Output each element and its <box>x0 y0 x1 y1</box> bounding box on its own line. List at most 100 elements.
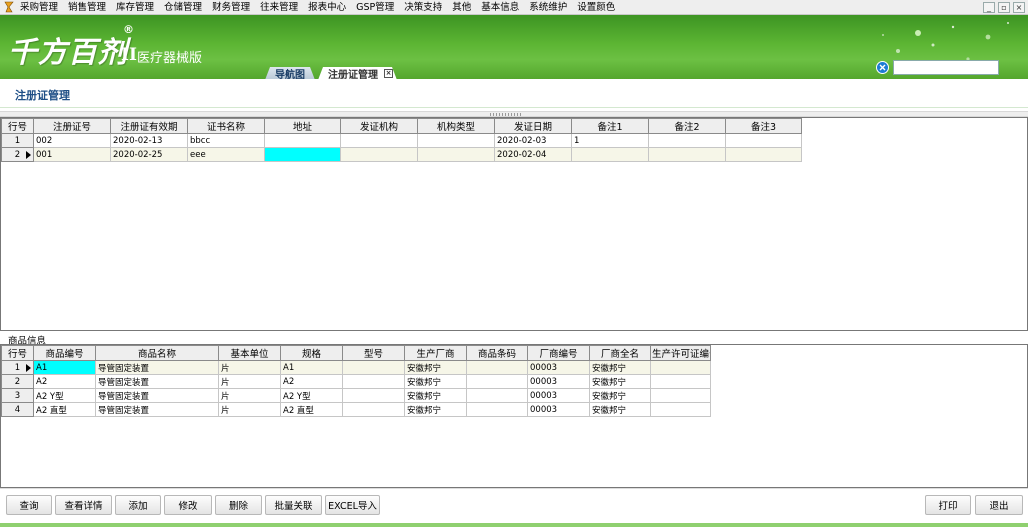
table-cell[interactable]: A1 <box>280 360 343 375</box>
table-row[interactable]: 2 A2 导管固定装置 片 A2 安徽邦宁 00003 安徽邦宁 <box>1 374 711 389</box>
column-header[interactable]: 商品名称 <box>95 345 219 361</box>
table-cell[interactable]: 安徽邦宁 <box>589 360 651 375</box>
close-tab-icon[interactable]: × <box>384 69 393 78</box>
table-cell-focused[interactable]: A1 <box>33 360 96 375</box>
menu-warehouse[interactable]: 仓储管理 <box>164 1 202 14</box>
table-cell[interactable]: 2020-02-03 <box>494 133 572 148</box>
table-cell[interactable]: 002 <box>33 133 111 148</box>
menu-other[interactable]: 其他 <box>452 1 471 14</box>
menu-color[interactable]: 设置颜色 <box>577 1 615 14</box>
table-cell[interactable] <box>417 147 495 162</box>
table-cell[interactable]: 2020-02-25 <box>110 147 188 162</box>
table-cell[interactable] <box>417 133 495 148</box>
table-cell[interactable]: 00003 <box>527 360 590 375</box>
menu-reports[interactable]: 报表中心 <box>308 1 346 14</box>
table-cell[interactable]: 安徽邦宁 <box>404 388 467 403</box>
table-cell[interactable] <box>650 374 711 389</box>
table-cell[interactable]: 片 <box>218 388 281 403</box>
menu-decision[interactable]: 决策支持 <box>404 1 442 14</box>
column-header[interactable]: 行号 <box>1 345 34 361</box>
column-header[interactable]: 厂商全名 <box>589 345 651 361</box>
menu-system[interactable]: 系统维护 <box>529 1 567 14</box>
column-header[interactable]: 规格 <box>280 345 343 361</box>
table-cell[interactable]: 片 <box>218 374 281 389</box>
column-header[interactable]: 商品条码 <box>466 345 528 361</box>
column-header[interactable]: 注册证号 <box>33 118 111 134</box>
table-cell[interactable] <box>648 147 726 162</box>
table-cell[interactable]: 片 <box>218 360 281 375</box>
table-cell[interactable] <box>466 374 528 389</box>
table-cell[interactable]: 导管固定装置 <box>95 374 219 389</box>
clear-search-icon[interactable] <box>876 61 889 74</box>
table-cell[interactable] <box>725 147 802 162</box>
column-header[interactable]: 机构类型 <box>417 118 495 134</box>
menu-accounts[interactable]: 往来管理 <box>260 1 298 14</box>
table-cell[interactable]: A2 直型 <box>33 402 96 417</box>
table-cell[interactable] <box>264 133 341 148</box>
table-cell[interactable]: 导管固定装置 <box>95 402 219 417</box>
table-row[interactable]: 1 002 2020-02-13 bbcc 2020-02-03 1 <box>1 133 802 148</box>
table-cell[interactable] <box>466 360 528 375</box>
table-cell[interactable] <box>342 402 405 417</box>
table-cell[interactable]: A2 Y型 <box>33 388 96 403</box>
column-header[interactable]: 备注3 <box>725 118 802 134</box>
table-cell[interactable]: 安徽邦宁 <box>404 402 467 417</box>
minimize-icon[interactable]: _ <box>983 2 995 13</box>
table-cell[interactable]: 00003 <box>527 374 590 389</box>
column-header[interactable]: 型号 <box>342 345 405 361</box>
table-cell[interactable] <box>650 402 711 417</box>
column-header[interactable]: 发证日期 <box>494 118 572 134</box>
column-header[interactable]: 基本单位 <box>218 345 281 361</box>
delete-button[interactable]: 删除 <box>215 495 262 515</box>
table-cell[interactable]: 导管固定装置 <box>95 388 219 403</box>
edit-button[interactable]: 修改 <box>164 495 212 515</box>
table-cell[interactable] <box>650 388 711 403</box>
table-cell[interactable]: 导管固定装置 <box>95 360 219 375</box>
exit-button[interactable]: 退出 <box>975 495 1023 515</box>
table-row[interactable]: 3 A2 Y型 导管固定装置 片 A2 Y型 安徽邦宁 00003 安徽邦宁 <box>1 388 711 403</box>
table-cell[interactable]: 安徽邦宁 <box>589 402 651 417</box>
table-cell[interactable]: 安徽邦宁 <box>404 360 467 375</box>
column-header[interactable]: 厂商编号 <box>527 345 590 361</box>
column-header[interactable]: 生产许可证编号 <box>650 345 711 361</box>
table-cell[interactable] <box>340 133 418 148</box>
table-cell[interactable]: 00003 <box>527 402 590 417</box>
excel-import-button[interactable]: EXCEL导入 <box>325 495 380 515</box>
column-header[interactable]: 行号 <box>1 118 34 134</box>
table-cell[interactable]: A2 <box>280 374 343 389</box>
add-button[interactable]: 添加 <box>115 495 161 515</box>
column-header[interactable]: 商品编号 <box>33 345 96 361</box>
column-header[interactable]: 地址 <box>264 118 341 134</box>
batch-link-button[interactable]: 批量关联 <box>265 495 322 515</box>
menu-basic-info[interactable]: 基本信息 <box>481 1 519 14</box>
table-row-selected[interactable]: 1 A1 导管固定装置 片 A1 安徽邦宁 00003 安徽邦宁 <box>1 360 711 375</box>
table-row-selected[interactable]: 2 001 2020-02-25 eee 2020-02-04 <box>1 147 802 162</box>
tab-navigation-map[interactable]: 导航图 <box>265 67 315 79</box>
table-cell[interactable]: 2020-02-04 <box>494 147 572 162</box>
column-header[interactable]: 生产厂商 <box>404 345 467 361</box>
table-cell[interactable] <box>466 402 528 417</box>
column-header[interactable]: 证书名称 <box>187 118 265 134</box>
table-cell[interactable] <box>725 133 802 148</box>
table-cell[interactable]: 2020-02-13 <box>110 133 188 148</box>
table-cell[interactable]: 安徽邦宁 <box>404 374 467 389</box>
column-header[interactable]: 发证机构 <box>340 118 418 134</box>
close-window-icon[interactable]: × <box>1013 2 1025 13</box>
table-cell[interactable]: 安徽邦宁 <box>589 388 651 403</box>
table-cell[interactable] <box>571 147 649 162</box>
table-cell[interactable] <box>342 388 405 403</box>
table-cell[interactable]: bbcc <box>187 133 265 148</box>
column-header[interactable]: 备注1 <box>571 118 649 134</box>
menu-sales[interactable]: 销售管理 <box>68 1 106 14</box>
table-cell[interactable] <box>648 133 726 148</box>
search-input[interactable] <box>893 60 999 75</box>
restore-icon[interactable]: ▫ <box>998 2 1010 13</box>
table-row[interactable]: 4 A2 直型 导管固定装置 片 A2 直型 安徽邦宁 00003 安徽邦宁 <box>1 402 711 417</box>
print-button[interactable]: 打印 <box>925 495 971 515</box>
tab-cert-management[interactable]: 注册证管理 × <box>318 67 397 79</box>
column-header[interactable]: 注册证有效期 <box>110 118 188 134</box>
table-cell[interactable]: 片 <box>218 402 281 417</box>
table-cell[interactable]: 00003 <box>527 388 590 403</box>
table-cell[interactable] <box>342 374 405 389</box>
menu-finance[interactable]: 财务管理 <box>212 1 250 14</box>
